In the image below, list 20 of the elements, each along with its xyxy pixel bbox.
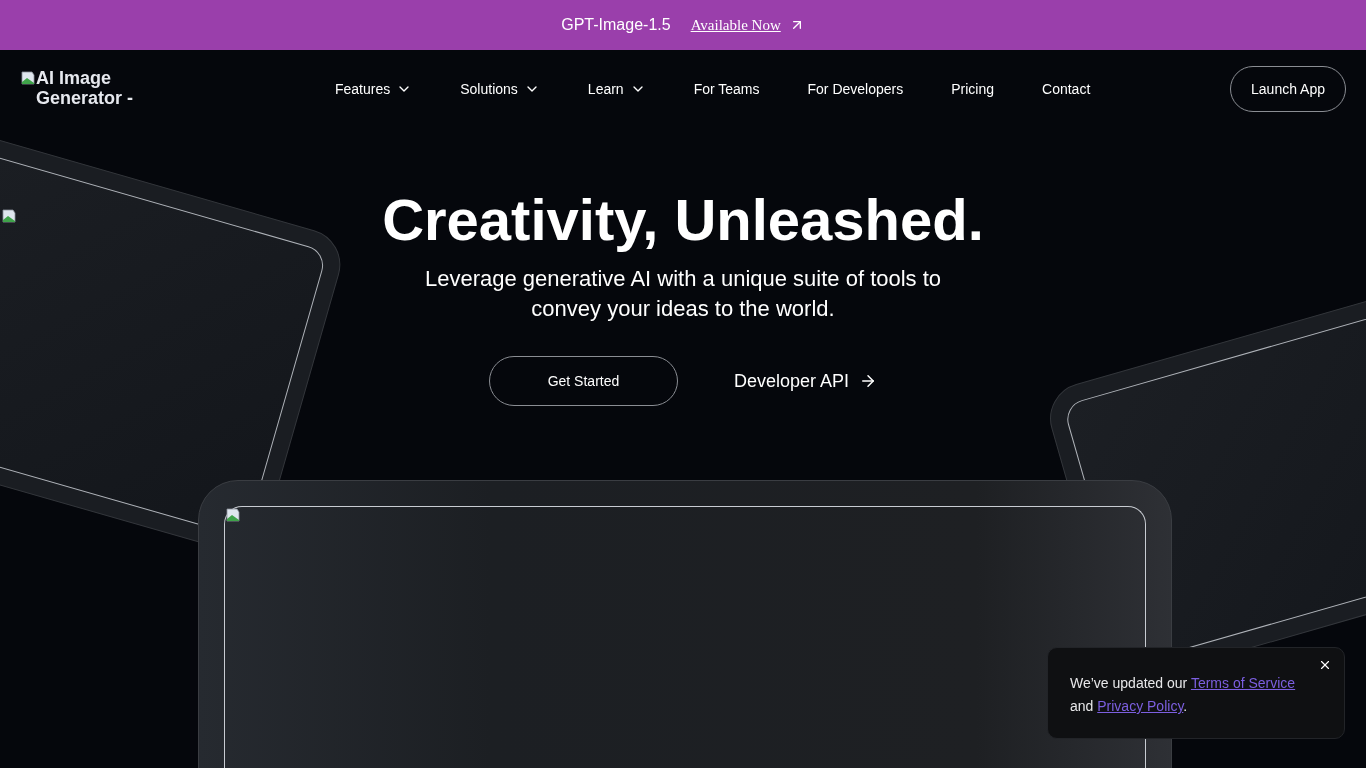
developer-api-link[interactable]: Developer API — [733, 370, 878, 392]
terms-link[interactable]: Terms of Service — [1190, 675, 1296, 691]
nav-link[interactable]: For Developers — [807, 81, 904, 97]
close-icon — [1318, 658, 1332, 672]
nav-link[interactable]: For Teams — [693, 81, 760, 97]
announcement-text: GPT-Image-1.5 — [561, 16, 671, 34]
broken-image-icon — [20, 70, 36, 86]
broken-image-icon — [225, 507, 241, 523]
nav-link[interactable]: Solutions — [460, 81, 540, 97]
logo-alt-text[interactable]: AI Image Generator - — [20, 68, 150, 110]
nav-link[interactable]: Features — [335, 81, 413, 97]
hero-title: Creativity, Unleashed. — [382, 186, 984, 254]
broken-image-icon — [1, 208, 17, 224]
nav-link[interactable]: Contact — [1042, 81, 1091, 97]
available-now-link[interactable]: Available Now — [690, 16, 805, 34]
nav-link[interactable]: Learn — [587, 81, 646, 97]
get-started-button[interactable]: Get Started — [488, 356, 678, 406]
hero-subtitle: Leverage generative AI with a unique suite of tools to convey your ideas to the world. — [423, 265, 943, 323]
notice-text: We’ve updated our Terms of Service and Privacy Policy. — [1070, 674, 1297, 716]
nav-link[interactable]: Pricing — [951, 81, 995, 97]
